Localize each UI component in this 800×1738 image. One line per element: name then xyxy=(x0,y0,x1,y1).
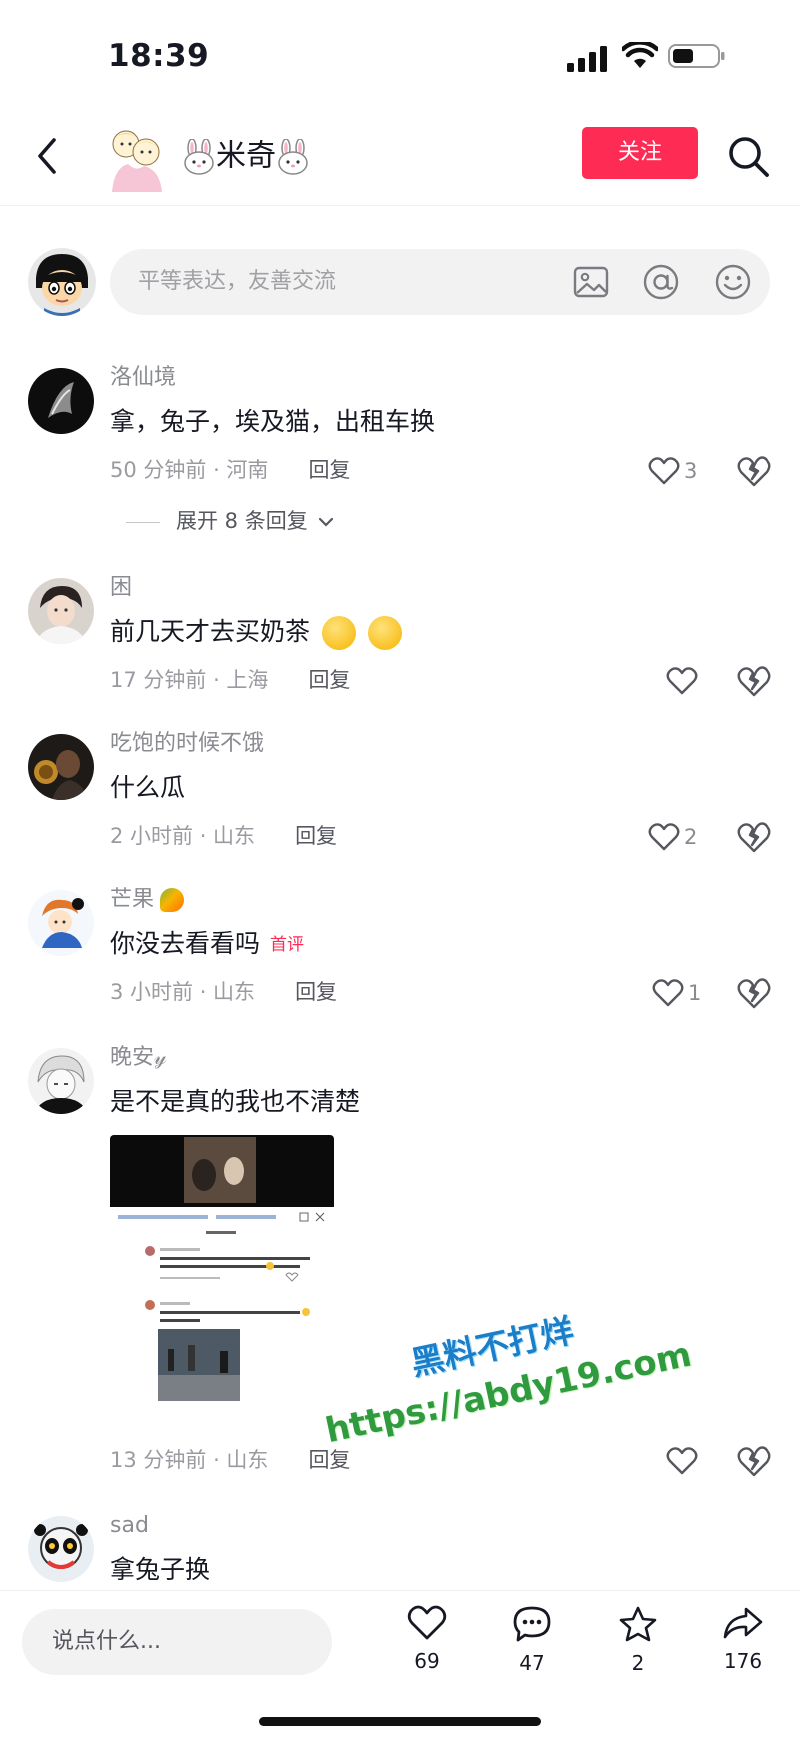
comment-like-button[interactable]: 2 xyxy=(648,818,728,858)
home-indicator xyxy=(259,1717,541,1726)
like-button[interactable]: 69 xyxy=(397,1605,457,1695)
current-user-avatar[interactable] xyxy=(28,248,96,316)
comment-time-location: 3 小时前 · 山东 xyxy=(110,980,256,1004)
reply-button[interactable]: 回复 xyxy=(295,980,337,1004)
comment-like-button[interactable]: 1 xyxy=(652,974,732,1014)
comment-text-row: 前几天才去买奶茶 xyxy=(110,612,402,652)
comment-meta: 50 分钟前 · 河南 回复 xyxy=(110,453,350,487)
comment-time-location: 50 分钟前 · 河南 xyxy=(110,458,269,482)
bottom-comment-placeholder: 说点什么... xyxy=(52,1629,161,1654)
comment-text: 你没去看看吗 xyxy=(110,929,261,958)
comment-time-location: 17 分钟前 · 上海 xyxy=(110,668,269,692)
comment-like-button[interactable] xyxy=(666,1442,746,1482)
status-bar: 18:39 xyxy=(0,0,800,110)
favorite-count: 2 xyxy=(631,1651,645,1675)
like-count: 69 xyxy=(414,1649,440,1673)
follow-button[interactable]: 关注 xyxy=(582,127,698,179)
commenter-name[interactable]: 吃饱的时候不饿 xyxy=(110,728,264,760)
commenter-name[interactable]: sad xyxy=(110,1510,149,1542)
divider xyxy=(126,521,160,523)
share-arrow-icon xyxy=(723,1607,763,1639)
commenter-avatar[interactable] xyxy=(28,890,94,956)
chevron-down-icon xyxy=(319,517,334,527)
author-name[interactable]: 米奇 xyxy=(182,130,310,183)
commenter-name[interactable]: 洛仙境 xyxy=(110,362,176,394)
comment-meta: 17 分钟前 · 上海 回复 xyxy=(110,663,350,697)
reply-button[interactable]: 回复 xyxy=(308,458,350,482)
comment-like-count: 1 xyxy=(688,981,702,1005)
expand-replies-button[interactable]: 展开 8 条回复 xyxy=(126,505,334,537)
mention-icon[interactable] xyxy=(642,263,680,301)
mango-emoji-icon xyxy=(160,888,185,912)
comment-text: 前几天才去买奶茶 xyxy=(110,617,311,646)
heart-outline-icon xyxy=(666,1447,698,1475)
author-avatar[interactable] xyxy=(106,122,166,192)
share-count: 176 xyxy=(723,1649,763,1673)
cellular-signal-icon xyxy=(567,46,607,72)
comment-attached-image[interactable] xyxy=(110,1135,334,1435)
comment-button[interactable]: 47 xyxy=(502,1605,562,1695)
commenter-name: 芒果 xyxy=(110,887,155,912)
comment-input-placeholder: 平等表达，友善交流 xyxy=(138,269,337,294)
search-icon[interactable] xyxy=(726,134,772,180)
bottom-comment-input[interactable]: 说点什么... xyxy=(22,1609,332,1675)
status-time: 18:39 xyxy=(108,38,210,74)
heart-outline-icon xyxy=(648,457,680,485)
comment-input[interactable]: 平等表达，友善交流 xyxy=(110,249,770,315)
comment-meta: 3 小时前 · 山东 回复 xyxy=(110,975,337,1009)
heart-outline-icon xyxy=(652,979,684,1007)
comment-meta: 13 分钟前 · 山东 回复 xyxy=(110,1443,350,1477)
broken-heart-icon[interactable] xyxy=(736,976,772,1012)
battery-icon xyxy=(668,44,725,68)
comment-bubble-icon xyxy=(513,1606,551,1642)
comment-like-button[interactable] xyxy=(666,662,746,702)
broken-heart-icon[interactable] xyxy=(736,1444,772,1480)
share-button[interactable]: 176 xyxy=(713,1605,773,1695)
commenter-name[interactable]: 困 xyxy=(110,572,132,604)
first-comment-badge: 首评 xyxy=(270,935,305,955)
comment-text: 拿，兔子，埃及猫，出租车换 xyxy=(110,407,436,436)
commenter-avatar[interactable] xyxy=(28,1516,94,1582)
broken-heart-icon[interactable] xyxy=(736,454,772,490)
broken-heart-icon[interactable] xyxy=(736,664,772,700)
heart-outline-icon xyxy=(666,667,698,695)
smirk-emoji-icon xyxy=(367,616,402,650)
top-nav-bar: 米奇 关注 xyxy=(0,110,800,206)
commenter-avatar[interactable] xyxy=(28,368,94,434)
commenter-avatar[interactable] xyxy=(28,578,94,644)
wifi-icon xyxy=(622,42,658,68)
image-icon[interactable] xyxy=(572,263,610,301)
emoji-icon[interactable] xyxy=(714,263,752,301)
broken-heart-icon[interactable] xyxy=(736,820,772,856)
smirk-emoji-icon xyxy=(321,616,356,650)
author-name-text: 米奇 xyxy=(216,138,276,174)
reply-button[interactable]: 回复 xyxy=(308,1448,350,1472)
expand-replies-label: 展开 8 条回复 xyxy=(176,509,308,533)
reply-button[interactable]: 回复 xyxy=(295,824,337,848)
comment-meta: 2 小时前 · 山东 回复 xyxy=(110,819,337,853)
commenter-avatar[interactable] xyxy=(28,734,94,800)
comment-time-location: 2 小时前 · 山东 xyxy=(110,824,256,848)
commenter-avatar[interactable] xyxy=(28,1048,94,1114)
heart-icon xyxy=(407,1605,447,1640)
back-arrow-icon[interactable] xyxy=(30,132,66,180)
comment-text: 拿兔子换 xyxy=(110,1555,211,1584)
comment-text: 是不是真的我也不清楚 xyxy=(110,1087,361,1116)
comment-like-count: 3 xyxy=(684,459,698,483)
favorite-button[interactable]: 2 xyxy=(608,1605,668,1695)
comment-like-count: 2 xyxy=(684,825,698,849)
comment-like-button[interactable]: 3 xyxy=(648,452,728,492)
commenter-name-row[interactable]: 芒果 xyxy=(110,884,185,916)
comment-count: 47 xyxy=(519,1651,545,1675)
bunny-face-icon xyxy=(184,137,214,175)
comment-text-row: 你没去看看吗 首评 xyxy=(110,924,304,964)
comment-time-location: 13 分钟前 · 山东 xyxy=(110,1448,269,1472)
bunny-face-icon xyxy=(278,137,308,175)
commenter-name[interactable]: 晚安𝓎 xyxy=(110,1042,167,1074)
bottom-action-bar: 说点什么... 69 47 2 176 xyxy=(0,1590,800,1738)
heart-outline-icon xyxy=(648,823,680,851)
star-icon xyxy=(619,1606,657,1642)
comment-text: 什么瓜 xyxy=(110,773,186,802)
reply-button[interactable]: 回复 xyxy=(308,668,350,692)
